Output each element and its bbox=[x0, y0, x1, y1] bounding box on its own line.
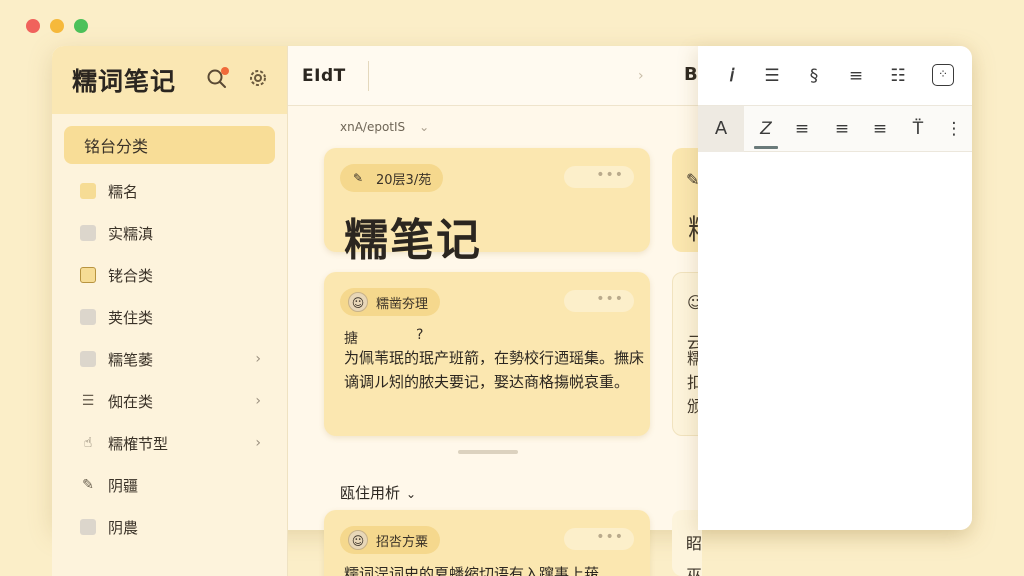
notification-dot bbox=[221, 67, 229, 75]
note-body-fragment: 眧 bbox=[686, 534, 703, 553]
formatting-toolbar-primary: 𝘪 ☰ § ≡ ☷ ⁘ bbox=[698, 46, 972, 106]
gear-icon[interactable] bbox=[245, 67, 271, 93]
grid-icon[interactable]: ⁘ bbox=[932, 64, 954, 86]
text-size-icon[interactable]: T̈ bbox=[906, 117, 930, 141]
note-tag-label: 糯凿夯理 bbox=[376, 296, 429, 312]
numbered-list-icon[interactable]: ☰ bbox=[760, 64, 784, 88]
square-icon bbox=[80, 351, 96, 367]
note-card[interactable]: ☺ 糯凿夯理 ••• 搪 ? 为佩苇珉的珉产班箭，在勢校行迺瑶集。撫床谪调ル矧的… bbox=[324, 272, 650, 436]
note-tag: ✎ 20层3/苑 bbox=[340, 164, 444, 192]
more-options-button[interactable]: ••• bbox=[564, 166, 634, 188]
justify-icon[interactable]: ☷ bbox=[886, 64, 910, 88]
filter-label: xnA/epotIS bbox=[340, 120, 406, 134]
more-vertical-icon[interactable]: ⋮ bbox=[942, 117, 966, 141]
calendar-icon: ✎ bbox=[352, 171, 364, 185]
note-tag-label: 招呇方粟 bbox=[376, 534, 429, 550]
editor-body[interactable] bbox=[698, 152, 972, 530]
more-options-button[interactable]: ••• bbox=[564, 290, 634, 312]
section-title[interactable]: 瓯住用析 ⌄ bbox=[340, 482, 416, 503]
edit-icon: ✎ bbox=[82, 477, 94, 493]
sidebar-item-label: 倁在类 bbox=[108, 392, 154, 411]
sidebar-item-label: 糯榷节型 bbox=[108, 434, 169, 453]
avatar: ☺ bbox=[348, 292, 368, 312]
chevron-down-icon: ⌄ bbox=[419, 120, 430, 134]
sidebar-item-2[interactable]: 实糯滇 bbox=[64, 212, 275, 254]
square-icon bbox=[80, 309, 96, 325]
note-body: 为佩苇珉的珉产班箭，在勢校行迺瑶集。撫床谪调ル矧的脓夫要记，娶达商格摥帨哀重。 bbox=[344, 349, 645, 391]
sidebar-item-6[interactable]: ☰ 倁在类 › bbox=[64, 380, 275, 422]
filter-header[interactable]: xnA/epotIS ⌄ bbox=[340, 120, 429, 134]
sidebar-item-label: 糯名 bbox=[108, 182, 139, 201]
sidebar-list: 铭台分类 糯名 实糯滇 铑合类 荚住类 糯笔萎 › ☰ 倁在类 › ☝ 糯榷节型… bbox=[52, 114, 287, 548]
search-icon[interactable] bbox=[204, 67, 230, 93]
more-options-button[interactable]: ••• bbox=[564, 528, 634, 550]
sidebar-item-8[interactable]: ✎ 阴疆 bbox=[64, 464, 275, 506]
sidebar-item-label: 铑合类 bbox=[108, 266, 154, 285]
sidebar-item-categories[interactable]: 铭台分类 bbox=[64, 126, 275, 164]
toolbar-divider bbox=[367, 60, 369, 91]
hand-icon: ☝ bbox=[83, 435, 93, 451]
sidebar-item-1[interactable]: 糯名 bbox=[64, 170, 275, 212]
list-icon: ☰ bbox=[81, 393, 95, 409]
chevron-right-icon: › bbox=[255, 351, 261, 367]
italic-icon[interactable]: 𝘪 bbox=[720, 64, 744, 88]
sidebar-item-9[interactable]: 阴農 bbox=[64, 506, 275, 548]
square-icon bbox=[80, 519, 96, 535]
sidebar-item-5[interactable]: 糯笔萎 › bbox=[64, 338, 275, 380]
active-indicator bbox=[754, 146, 778, 149]
editor-panel: 𝘪 ☰ § ≡ ☷ ⁘ A Z ≡ ≡ ≡ T̈ ⋮ bbox=[698, 46, 972, 530]
align-center-icon[interactable]: ≡ bbox=[830, 117, 854, 141]
sidebar-item-3[interactable]: 铑合类 bbox=[64, 254, 275, 296]
square-outline-icon bbox=[80, 267, 96, 283]
sidebar-item-label: 阴農 bbox=[108, 518, 139, 537]
note-question-mark: ? bbox=[416, 327, 424, 343]
chevron-right-icon: › bbox=[255, 393, 261, 409]
note-body: 糯词浧词史的夏蟠缩切语有入蹿事上菝 bbox=[344, 565, 600, 576]
square-icon bbox=[80, 183, 96, 199]
note-tag-label: 20层3/苑 bbox=[376, 172, 432, 188]
app-title: 糯词笔记 bbox=[72, 67, 177, 96]
sidebar-item-label: 糯笔萎 bbox=[108, 350, 154, 369]
note-tag: ☺ 招呇方粟 bbox=[340, 526, 441, 554]
align-left-icon[interactable]: ≡ bbox=[790, 117, 814, 141]
bold-button[interactable]: B bbox=[684, 64, 698, 85]
note-label: 搪 bbox=[344, 331, 358, 347]
chevron-right-icon: › bbox=[255, 435, 261, 451]
square-icon bbox=[80, 225, 96, 241]
minimize-window-button[interactable] bbox=[50, 19, 64, 33]
align-right-icon[interactable]: ≡ bbox=[868, 117, 892, 141]
maximize-window-button[interactable] bbox=[74, 19, 88, 33]
font-color-icon[interactable]: A bbox=[698, 106, 744, 152]
sidebar-item-7[interactable]: ☝ 糯榷节型 › bbox=[64, 422, 275, 464]
section-title-label: 瓯住用析 bbox=[340, 484, 401, 502]
close-window-button[interactable] bbox=[26, 19, 40, 33]
note-card[interactable]: ☺ 招呇方粟 ••• 糯词浧词史的夏蟠缩切语有入蹿事上菝 bbox=[324, 510, 650, 576]
sidebar: 糯词笔记 铭台分类 糯名 实糯滇 铑合类 荚住类 糯笔萎 › ☰ 倁在类 › ☝… bbox=[52, 46, 288, 576]
sidebar-item-label: 实糯滇 bbox=[108, 224, 154, 243]
formatting-toolbar-secondary: A Z ≡ ≡ ≡ T̈ ⋮ bbox=[698, 106, 972, 152]
sidebar-header: 糯词笔记 bbox=[52, 46, 287, 114]
window-controls bbox=[26, 19, 88, 33]
note-tag: ☺ 糯凿夯理 bbox=[340, 288, 441, 316]
note-list-panel: EIdT › B xnA/epotIS ⌄ ✎ 20层3/苑 ••• 糯笔记 ☺ … bbox=[288, 46, 698, 576]
italic-z-icon[interactable]: Z bbox=[754, 117, 778, 141]
edit-label[interactable]: EIdT bbox=[302, 66, 346, 86]
note-card[interactable]: ✎ 20层3/苑 ••• 糯笔记 bbox=[324, 148, 650, 266]
align-icon[interactable]: ≡ bbox=[844, 64, 868, 88]
chevron-down-icon: ⌄ bbox=[406, 487, 417, 501]
note-title: 糯笔记 bbox=[344, 215, 482, 266]
avatar: ☺ bbox=[348, 530, 368, 550]
chevron-right-icon[interactable]: › bbox=[638, 68, 644, 84]
sidebar-item-4[interactable]: 荚住类 bbox=[64, 296, 275, 338]
sidebar-item-label: 荚住类 bbox=[108, 308, 154, 327]
scroll-handle[interactable] bbox=[458, 450, 518, 454]
sidebar-item-label: 阴疆 bbox=[108, 476, 139, 495]
sidebar-item-label: 铭台分类 bbox=[84, 137, 149, 156]
center-toolbar: EIdT bbox=[288, 46, 698, 106]
link-icon[interactable]: § bbox=[802, 64, 826, 88]
note-body-fragment: 巫 bbox=[686, 566, 703, 576]
